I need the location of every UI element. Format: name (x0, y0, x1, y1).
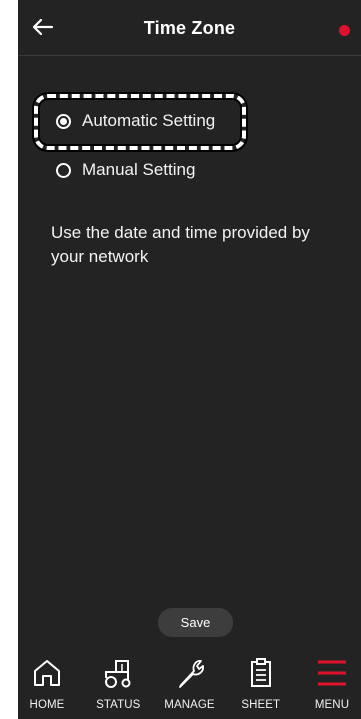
radio-label: Manual Setting (82, 160, 196, 179)
radio-label: Automatic Setting (82, 111, 216, 130)
radio-unchecked-icon (56, 162, 71, 178)
bottom-tab-bar: HOME STATUS MANAGE SHEET MENU (18, 648, 361, 719)
tab-status[interactable]: STATUS (89, 648, 147, 719)
tab-label: MANAGE (164, 699, 215, 711)
setting-description: Use the date and time provided by your n… (51, 223, 310, 266)
menu-icon (318, 660, 346, 686)
radio-checked-icon (56, 113, 71, 129)
tab-sheet[interactable]: SHEET (232, 648, 290, 719)
tab-label: SHEET (241, 699, 281, 711)
save-button[interactable]: Save (158, 608, 233, 637)
tab-label: HOME (29, 699, 65, 711)
wrench-icon (178, 660, 204, 688)
clipboard-icon (250, 658, 271, 687)
app-screen: Time Zone Automatic Setting Manual Setti… (18, 0, 361, 719)
home-icon (34, 660, 60, 686)
tab-manage[interactable]: MANAGE (161, 648, 219, 719)
tractor-icon (105, 660, 131, 688)
page-title: Time Zone (143, 18, 236, 38)
radio-manual-setting[interactable]: Manual Setting (56, 155, 195, 185)
header: Time Zone (18, 0, 361, 56)
tab-menu[interactable]: MENU (303, 648, 361, 719)
status-indicator-dot (339, 25, 350, 36)
radio-automatic-setting[interactable]: Automatic Setting (56, 106, 215, 136)
tab-label: MENU (314, 699, 350, 711)
tab-home[interactable]: HOME (18, 648, 76, 719)
tab-label: STATUS (96, 699, 141, 711)
